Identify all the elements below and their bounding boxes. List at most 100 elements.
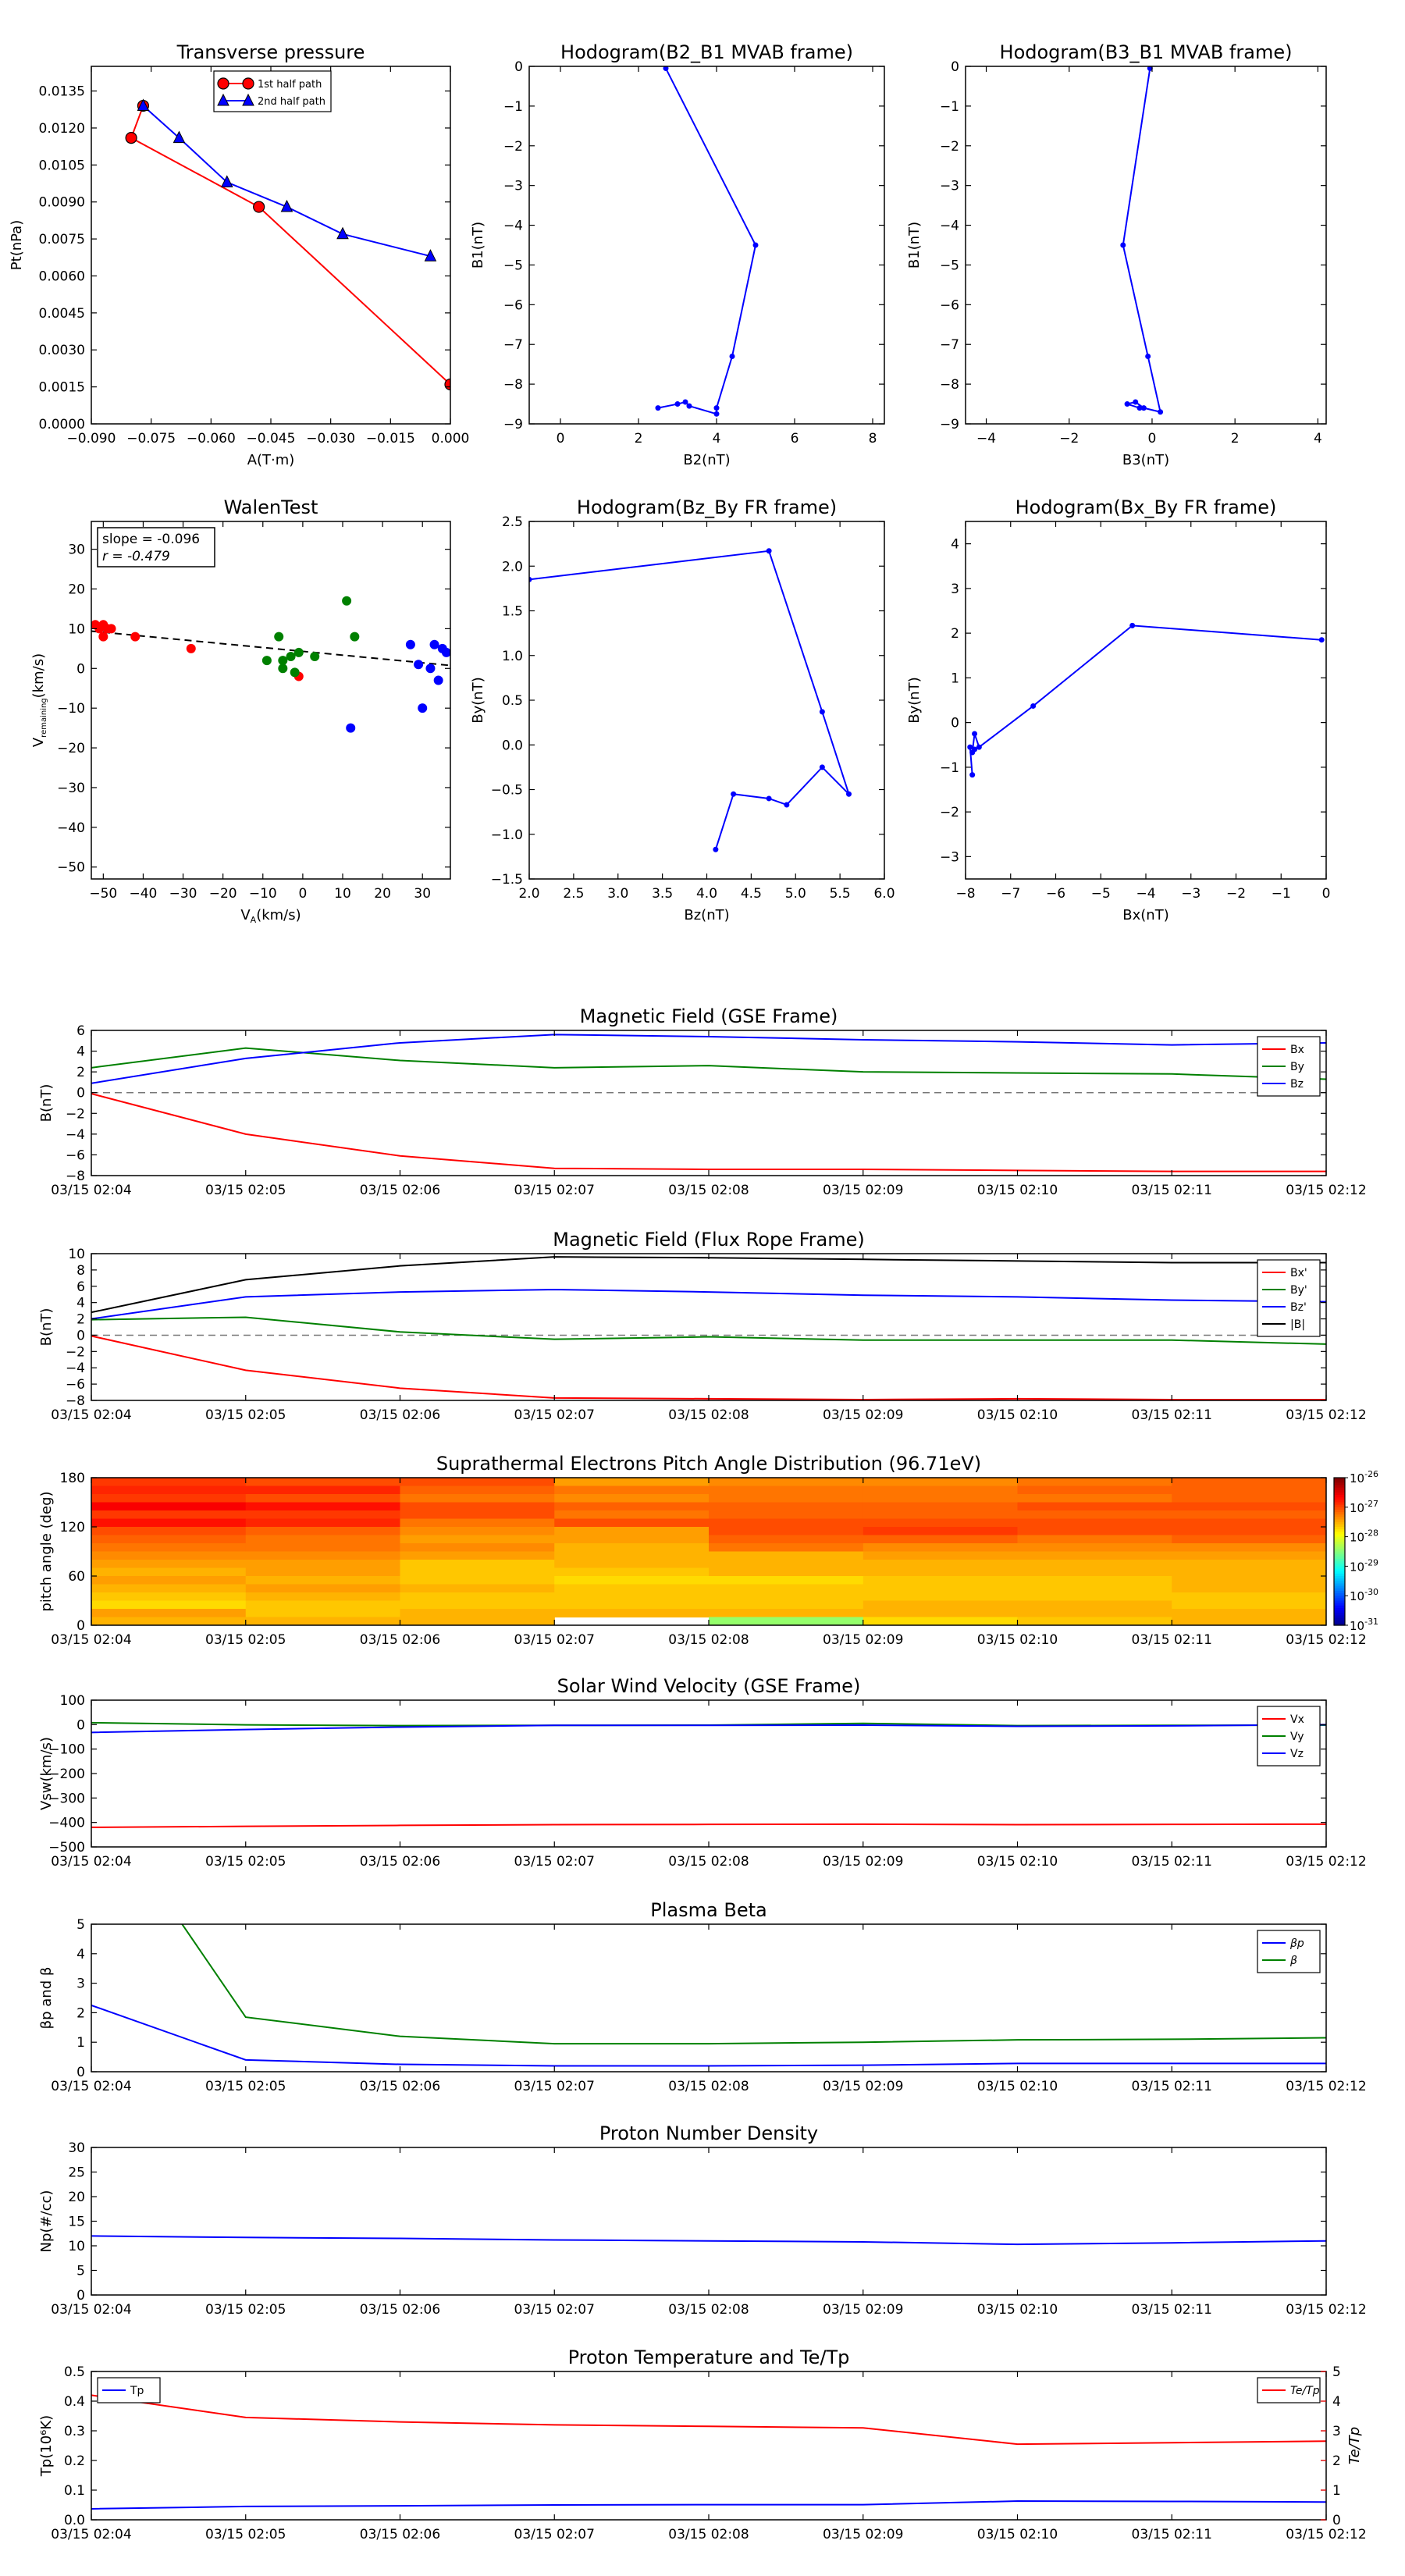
hxy-xtick-label: −3 [1181, 886, 1200, 902]
pad-cell [1172, 1485, 1326, 1495]
tp2-xtick-label: 03/15 02:10 [977, 2527, 1058, 2542]
pad-cell [709, 1478, 864, 1487]
pad-xtick-label: 03/15 02:08 [668, 1632, 749, 1648]
pad-cell [863, 1478, 1019, 1487]
hzy-xtick-label: 2.0 [518, 886, 539, 902]
h21-ytick-label: −3 [503, 179, 523, 194]
pad-cell [709, 1576, 864, 1585]
pad-cell [863, 1535, 1019, 1544]
h31-ytick-label: 0 [951, 59, 959, 75]
pad-cell [91, 1560, 247, 1569]
walen-point-group-2 [405, 639, 415, 649]
walen-point-group-1 [274, 632, 284, 642]
bfr-ytick-label: 10 [68, 1247, 85, 1262]
h31-ytick-label: −1 [940, 99, 959, 115]
beta-xtick-label: 03/15 02:07 [514, 2079, 595, 2094]
bfr-xtick-label: 03/15 02:12 [1286, 1407, 1366, 1423]
bfr-legend-label-0: Bx' [1290, 1267, 1307, 1279]
beta-ylabel: βp and β [38, 1967, 55, 2030]
hzy-series-0-point [766, 795, 772, 802]
pad-colorbar-label: 10-30 [1350, 1587, 1378, 1603]
bgse-ytick-label: −2 [66, 1106, 85, 1122]
pad-cell [1017, 1518, 1172, 1528]
pad-ylabel: pitch angle (deg) [38, 1491, 55, 1611]
tp2-y2tick-label: 1 [1332, 2483, 1341, 2499]
pad-cell [1172, 1560, 1326, 1569]
h31-xtick-label: −2 [1059, 431, 1079, 447]
h31-series-0-point [1145, 353, 1151, 359]
np-xtick-label: 03/15 02:05 [205, 2302, 286, 2318]
pad-cell [1172, 1527, 1326, 1536]
walen-ytick-label: −50 [57, 860, 85, 876]
walen-xlabel: VA(km/s) [240, 907, 301, 925]
tp-ytick-label: 0.0135 [39, 84, 85, 100]
hxy-xlabel: Bx(nT) [1122, 907, 1168, 923]
tp-ytick-label: 0.0000 [39, 417, 85, 432]
pad-cell [554, 1535, 710, 1544]
vsw-ylabel: Vsw(km/s) [38, 1737, 55, 1810]
np-xtick-label: 03/15 02:10 [977, 2302, 1058, 2318]
tp2-legend-label-0: Tp [130, 2385, 144, 2397]
beta-xtick-label: 03/15 02:10 [977, 2079, 1058, 2094]
hzy-xtick-label: 2.5 [563, 886, 584, 902]
tp2-y2tick-label: 5 [1332, 2364, 1341, 2380]
pad-cell [554, 1584, 710, 1593]
pad-cell [1172, 1617, 1326, 1625]
pad-cell [400, 1535, 555, 1544]
hzy-ytick-label: −1.0 [491, 827, 523, 843]
pad-cell [863, 1527, 1019, 1536]
np-bg [91, 2147, 1326, 2295]
pad-cell [91, 1518, 247, 1528]
bgse-ytick-label: −8 [66, 1169, 85, 1184]
pad-cell [554, 1592, 710, 1602]
bgse-xtick-label: 03/15 02:11 [1132, 1183, 1212, 1198]
hzy-title: Hodogram(Bz_By FR frame) [577, 496, 837, 518]
bgse-xtick-label: 03/15 02:04 [51, 1183, 131, 1198]
h31-xlabel: B3(nT) [1122, 452, 1169, 468]
pad-cell [1172, 1518, 1326, 1528]
hxy-ytick-label: 2 [951, 626, 959, 642]
bfr-xtick-label: 03/15 02:04 [51, 1407, 131, 1423]
hxy-title: Hodogram(Bx_By FR frame) [1016, 496, 1277, 518]
pad-xtick-label: 03/15 02:06 [360, 1632, 440, 1648]
bgse-xtick-label: 03/15 02:06 [360, 1183, 440, 1198]
walen-point-group-2 [346, 723, 356, 733]
bfr-ytick-label: −2 [66, 1344, 85, 1360]
hxy-xtick-label: 0 [1322, 886, 1331, 902]
hxy-series-0-point [967, 744, 973, 750]
hxy-xtick-label: −7 [1001, 886, 1020, 902]
tp-ytick-label: 0.0030 [39, 343, 85, 358]
pad-cell [245, 1535, 401, 1544]
pad-cell [554, 1600, 710, 1610]
pad-cell [709, 1527, 864, 1536]
pad-cell [1172, 1494, 1326, 1503]
tp2-xtick-label: 03/15 02:07 [514, 2527, 595, 2542]
hxy-series-0-point [1318, 637, 1325, 643]
bgse-ytick-label: 4 [76, 1044, 85, 1060]
h31-ytick-label: −9 [940, 417, 959, 432]
beta-legend-label-0: βp [1289, 1937, 1304, 1950]
pad-cell [1017, 1584, 1172, 1593]
walen-point-group-2 [433, 675, 443, 685]
tp-xtick-label: 0.000 [432, 431, 470, 447]
tp-series-0-point [253, 201, 265, 213]
vsw-xtick-label: 03/15 02:06 [360, 1854, 440, 1870]
np-xtick-label: 03/15 02:09 [823, 2302, 903, 2318]
walen-annotation-r: r = -0.479 [102, 549, 170, 564]
h21-series-0-point [713, 411, 720, 417]
pad-cell [1017, 1535, 1172, 1544]
pad-cell [863, 1617, 1019, 1625]
vsw-ytick-label: 100 [60, 1693, 85, 1709]
hzy-series-0-point [713, 846, 719, 852]
pad-cell [863, 1567, 1019, 1577]
hzy-ytick-label: 2.0 [502, 559, 523, 575]
pad-cell [91, 1485, 247, 1495]
vsw-xtick-label: 03/15 02:11 [1132, 1854, 1212, 1870]
bgse-title: Magnetic Field (GSE Frame) [580, 1005, 838, 1027]
h21-xtick-label: 2 [635, 431, 643, 447]
h21-xtick-label: 8 [869, 431, 877, 447]
tp-xtick-label: −0.090 [67, 431, 116, 447]
figure-canvas: Transverse pressure0.00000.00150.00300.0… [9, 41, 1378, 2542]
bgse-xtick-label: 03/15 02:10 [977, 1183, 1058, 1198]
pad-cell [245, 1609, 401, 1618]
